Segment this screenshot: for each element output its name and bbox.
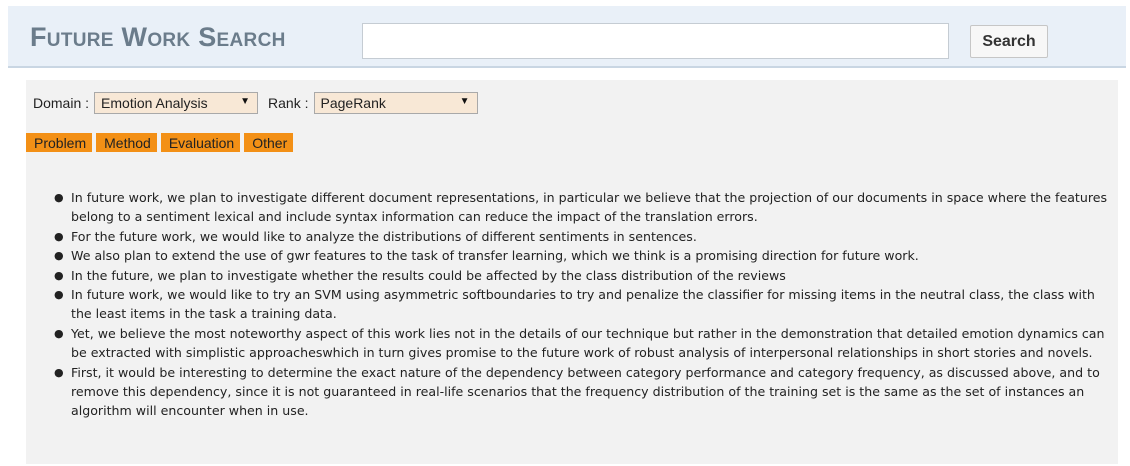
result-text: In future work, we would like to try an …	[71, 287, 1095, 322]
bullet-icon: ●	[54, 326, 64, 340]
search-button[interactable]: Search	[970, 25, 1048, 58]
filter-bar: Domain : Emotion Analysis ▼ Rank : PageR…	[33, 92, 478, 114]
bullet-icon: ●	[54, 288, 64, 302]
result-text: In future work, we plan to investigate d…	[71, 190, 1108, 225]
bullet-icon: ●	[54, 365, 64, 379]
list-item: ● We also plan to extend the use of gwr f…	[54, 246, 1111, 265]
list-item: ● In future work, we plan to investigate …	[54, 188, 1111, 227]
list-item: ● In future work, we would like to try an…	[54, 285, 1111, 324]
result-text: Yet, we believe the most noteworthy aspe…	[71, 325, 1105, 361]
bullet-icon: ●	[54, 191, 64, 204]
chevron-down-icon: ▼	[240, 96, 251, 107]
app-title: Future Work Search	[30, 22, 286, 52]
rank-label: Rank :	[268, 95, 309, 111]
category-tabs: Problem Method Evaluation Other	[26, 133, 297, 152]
bullet-icon: ●	[54, 249, 64, 263]
result-text: First, it would be interesting to determ…	[71, 364, 1100, 419]
result-text: In the future, we plan to investigate wh…	[71, 267, 786, 283]
list-item: ● In the future, we plan to investigate w…	[54, 266, 1111, 285]
results-panel: Domain : Emotion Analysis ▼ Rank : PageR…	[26, 80, 1118, 464]
result-text: We also plan to extend the use of gwr fe…	[71, 248, 919, 264]
result-text: For the future work, we would like to an…	[71, 228, 697, 244]
bullet-icon: ●	[54, 229, 64, 243]
list-item: ● For the future work, we would like to a…	[54, 227, 1111, 246]
results-list: ● In future work, we plan to investigate …	[54, 188, 1111, 421]
tab-other[interactable]: Other	[244, 133, 294, 152]
tab-evaluation[interactable]: Evaluation	[160, 133, 241, 152]
list-item: ● Yet, we believe the most noteworthy asp…	[54, 324, 1111, 363]
domain-label: Domain :	[33, 95, 90, 111]
rank-select-value: PageRank	[320, 95, 386, 111]
domain-select-value: Emotion Analysis	[101, 95, 208, 111]
header-bar: Future Work Search Search	[8, 6, 1126, 68]
list-item: ● First, it would be interesting to deter…	[54, 363, 1111, 421]
tab-problem[interactable]: Problem	[26, 133, 93, 152]
chevron-down-icon: ▼	[459, 96, 470, 107]
domain-select[interactable]: Emotion Analysis ▼	[94, 92, 259, 114]
search-input[interactable]	[362, 23, 949, 59]
bullet-icon: ●	[54, 268, 64, 282]
rank-select[interactable]: PageRank ▼	[313, 92, 478, 114]
tab-method[interactable]: Method	[96, 133, 157, 152]
